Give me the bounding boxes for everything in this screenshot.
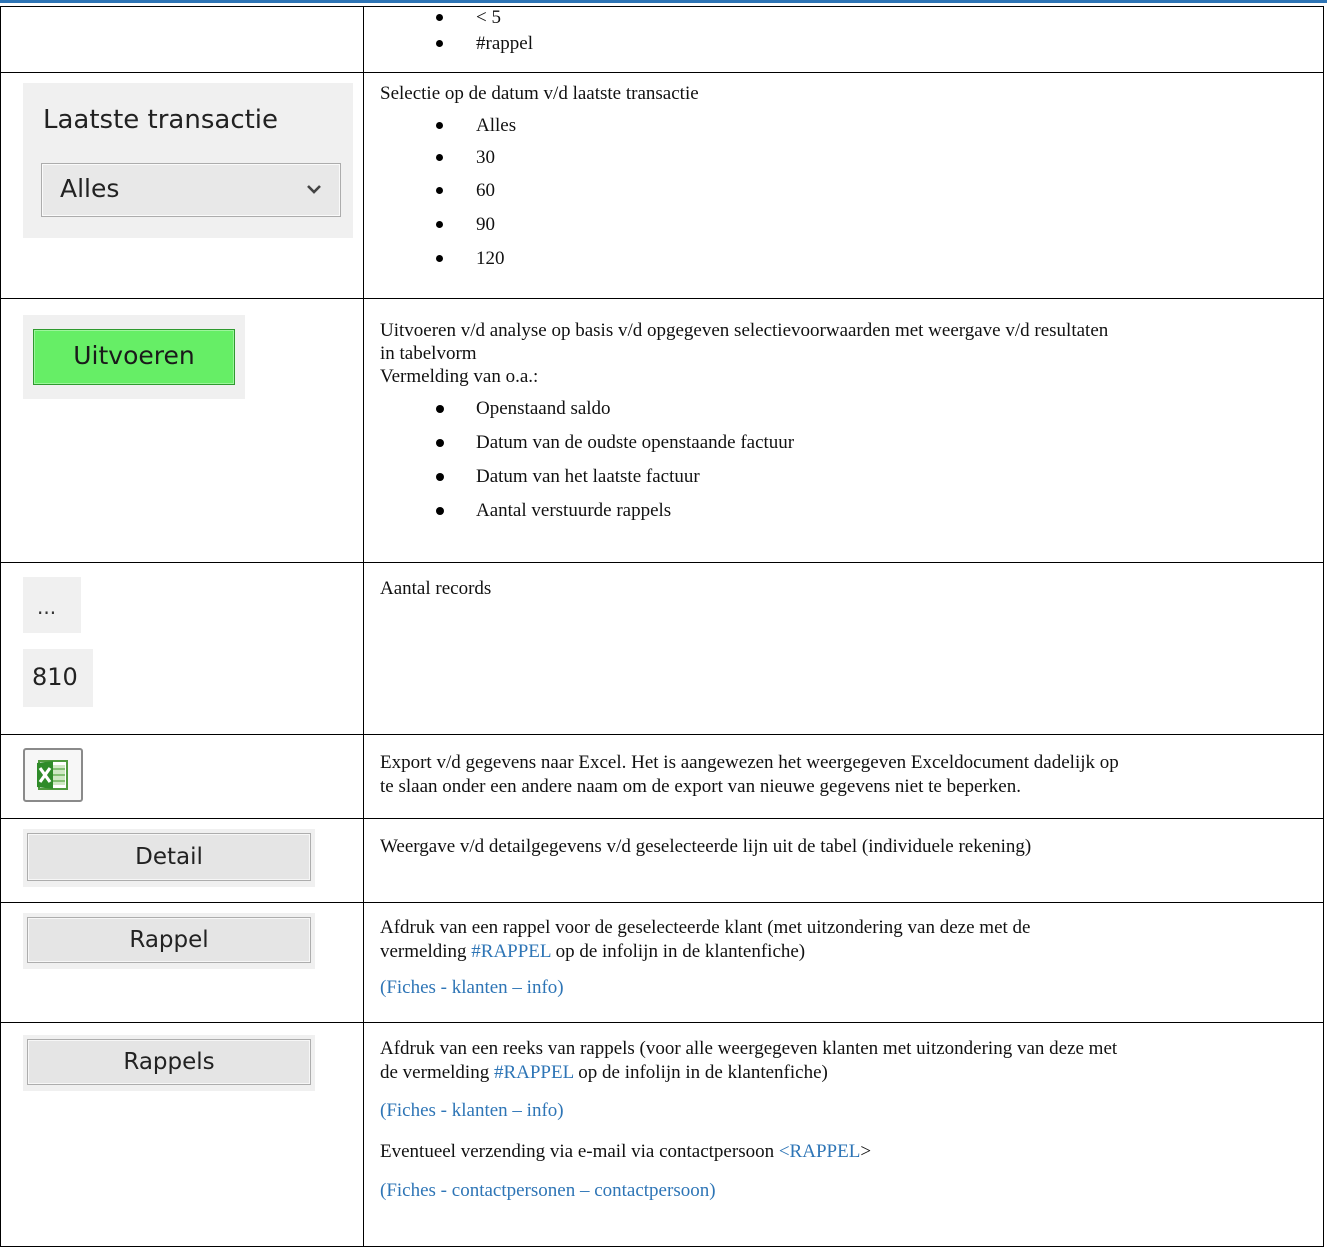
contact-rappel-link[interactable]: <RAPPEL bbox=[779, 1141, 860, 1162]
bullet-list: Alles 30 60 90 120 bbox=[380, 110, 1307, 276]
list-item: 90 bbox=[380, 208, 1307, 242]
ellipsis-text: ... bbox=[37, 595, 57, 619]
description-text: Weergave v/d detailgegevens v/d geselect… bbox=[380, 836, 1032, 857]
description-text: Uitvoeren v/d analyse op basis v/d opgeg… bbox=[380, 320, 1109, 341]
detail-button-screenshot: Detail bbox=[23, 829, 315, 887]
text-fragment: > bbox=[860, 1141, 872, 1162]
row-image-cell: Detail bbox=[0, 818, 364, 903]
text-fragment: op de infolijn in de klantenfiche) bbox=[573, 1062, 828, 1083]
list-item: 60 bbox=[380, 174, 1307, 208]
text-fragment: vermelding bbox=[380, 941, 472, 962]
table-row: ... 810 Aantal records bbox=[0, 562, 1324, 735]
excel-icon bbox=[37, 760, 68, 790]
ellipsis-screenshot: ... bbox=[23, 577, 81, 633]
text-fragment: Eventueel verzending via e-mail via cont… bbox=[380, 1141, 779, 1162]
rappel-link[interactable]: #RAPPEL bbox=[494, 1062, 574, 1083]
list-item: Aantal verstuurde rappels bbox=[380, 494, 1307, 528]
row-description-cell: Selectie op de datum v/d laatste transac… bbox=[363, 72, 1324, 299]
table-row: Rappel Afdruk van een rappel voor de ges… bbox=[0, 902, 1324, 1023]
table-row: < 5 #rappel bbox=[0, 5, 1324, 73]
record-count: 810 bbox=[32, 663, 78, 691]
list-item: 30 bbox=[380, 142, 1307, 174]
description-text: Afdruk van een rappel voor de geselectee… bbox=[380, 917, 1031, 938]
table-row: Laatste transactie Alles Selectie op de … bbox=[0, 72, 1324, 299]
row-image-cell: Rappels bbox=[0, 1022, 364, 1247]
text-fragment: de vermelding bbox=[380, 1062, 494, 1083]
description-text: Export v/d gegevens naar Excel. Het is a… bbox=[380, 752, 1119, 773]
row-description-cell: Weergave v/d detailgegevens v/d geselect… bbox=[363, 818, 1324, 903]
row-description-cell: Afdruk van een rappel voor de geselectee… bbox=[363, 902, 1324, 1023]
bullet-list: Openstaand saldo Datum van de oudste ope… bbox=[380, 392, 1307, 528]
list-item: Datum van het laatste factuur bbox=[380, 460, 1307, 494]
documentation-table: < 5 #rappel Laatste transactie Alles Sel… bbox=[0, 6, 1324, 1247]
description-text: Selectie op de datum v/d laatste transac… bbox=[380, 83, 699, 104]
row-image-cell bbox=[0, 734, 364, 819]
list-item: #rappel bbox=[380, 31, 1307, 57]
row-description-cell: Export v/d gegevens naar Excel. Het is a… bbox=[363, 734, 1324, 819]
run-button[interactable]: Uitvoeren bbox=[33, 329, 235, 385]
table-row: Uitvoeren Uitvoeren v/d analyse op basis… bbox=[0, 298, 1324, 563]
row-image-cell: Uitvoeren bbox=[0, 298, 364, 563]
reference-link[interactable]: (Fiches - contactpersonen – contactperso… bbox=[380, 1179, 1307, 1203]
row-image-cell: Laatste transactie Alles bbox=[0, 72, 364, 299]
description-text: Vermelding van o.a.: bbox=[380, 366, 539, 387]
table-row: Export v/d gegevens naar Excel. Het is a… bbox=[0, 734, 1324, 819]
description-text: in tabelvorm bbox=[380, 343, 477, 364]
run-button-label: Uitvoeren bbox=[73, 341, 195, 370]
list-item: Datum van de oudste openstaande factuur bbox=[380, 426, 1307, 460]
rappel-link[interactable]: #RAPPEL bbox=[471, 941, 551, 962]
text-fragment: op de infolijn in de klantenfiche) bbox=[550, 941, 806, 962]
row-image-cell: ... 810 bbox=[0, 562, 364, 735]
filter-label: Laatste transactie bbox=[43, 105, 279, 135]
row-image-cell bbox=[0, 6, 364, 73]
record-count-screenshot: 810 bbox=[23, 649, 93, 707]
top-rule bbox=[0, 0, 1327, 3]
table-row: Detail Weergave v/d detailgegevens v/d g… bbox=[0, 818, 1324, 903]
rappels-button[interactable]: Rappels bbox=[27, 1039, 311, 1085]
table-row: Rappels Afdruk van een reeks van rappels… bbox=[0, 1022, 1324, 1247]
description-text: Eventueel verzending via e-mail via cont… bbox=[380, 1140, 1307, 1164]
list-item: 120 bbox=[380, 242, 1307, 276]
bullet-list: < 5 #rappel bbox=[380, 5, 1307, 57]
description-text: Afdruk van een reeks van rappels (voor a… bbox=[380, 1038, 1118, 1059]
rappel-button-screenshot: Rappel bbox=[23, 913, 315, 969]
rappel-button[interactable]: Rappel bbox=[27, 917, 311, 963]
excel-export-button[interactable] bbox=[23, 748, 83, 802]
detail-button[interactable]: Detail bbox=[27, 833, 311, 881]
row-description-cell: Aantal records bbox=[363, 562, 1324, 735]
rappels-button-screenshot: Rappels bbox=[23, 1035, 315, 1091]
description-text: Aantal records bbox=[380, 578, 492, 599]
transaction-select[interactable]: Alles bbox=[41, 163, 341, 217]
description-text: te slaan onder een andere naam om de exp… bbox=[380, 776, 1021, 797]
list-item: Alles bbox=[380, 110, 1307, 142]
row-description-cell: Afdruk van een reeks van rappels (voor a… bbox=[363, 1022, 1324, 1247]
chevron-down-icon bbox=[307, 185, 321, 194]
reference-link[interactable]: (Fiches - klanten – info) bbox=[380, 976, 1307, 1000]
reference-link[interactable]: (Fiches - klanten – info) bbox=[380, 1099, 1307, 1123]
list-item: < 5 bbox=[380, 5, 1307, 31]
select-value: Alles bbox=[60, 174, 120, 203]
description-text: vermelding #RAPPEL op de infolijn in de … bbox=[380, 940, 1307, 964]
filter-screenshot: Laatste transactie Alles bbox=[23, 83, 353, 238]
row-description-cell: Uitvoeren v/d analyse op basis v/d opgeg… bbox=[363, 298, 1324, 563]
run-button-screenshot: Uitvoeren bbox=[23, 315, 245, 399]
row-image-cell: Rappel bbox=[0, 902, 364, 1023]
row-description-cell: < 5 #rappel bbox=[363, 5, 1324, 73]
list-item: Openstaand saldo bbox=[380, 392, 1307, 426]
description-text: de vermelding #RAPPEL op de infolijn in … bbox=[380, 1061, 1307, 1085]
